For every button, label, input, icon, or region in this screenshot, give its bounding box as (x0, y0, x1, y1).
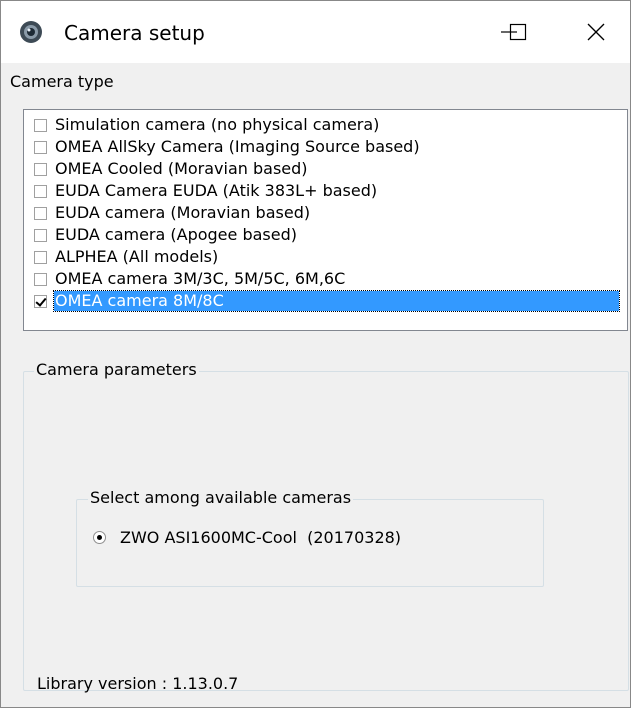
camera-option[interactable]: ZWO ASI1600MC-Cool (20170328) (93, 528, 401, 547)
library-version: Library version : 1.13.0.7 (37, 674, 239, 693)
list-item-label: EUDA camera (Moravian based) (55, 203, 311, 222)
list-item[interactable]: Simulation camera (no physical camera) (34, 114, 380, 136)
list-item[interactable]: ALPHEA (All models) (34, 246, 219, 268)
maximize-icon (509, 23, 526, 41)
list-item[interactable]: OMEA camera 3M/3C, 5M/5C, 6M,6C (34, 268, 346, 290)
list-item[interactable]: OMEA AllSky Camera (Imaging Source based… (34, 136, 421, 158)
select-camera-group: Select among available cameras ZWO ASI16… (76, 488, 544, 587)
camera-type-list[interactable]: Simulation camera (no physical camera) O… (23, 109, 628, 331)
camera-option-label: ZWO ASI1600MC-Cool (20170328) (120, 528, 402, 547)
list-item-label: EUDA camera (Apogee based) (55, 225, 297, 244)
close-button[interactable] (561, 1, 631, 63)
list-item-label: EUDA Camera EUDA (Atik 383L+ based) (55, 181, 378, 200)
camera-type-label: Camera type (10, 72, 114, 91)
list-item-label: OMEA camera 8M/8C (53, 290, 620, 312)
list-item-label: ALPHEA (All models) (55, 247, 219, 266)
list-item[interactable]: EUDA camera (Moravian based) (34, 202, 311, 224)
list-item[interactable]: EUDA Camera EUDA (Atik 383L+ based) (34, 180, 378, 202)
title-bar[interactable]: Camera setup (1, 1, 630, 63)
checkbox[interactable] (34, 140, 47, 154)
checkbox[interactable] (34, 162, 47, 176)
camera-parameters-title: Camera parameters (34, 360, 199, 380)
close-icon (587, 23, 605, 41)
checkbox[interactable] (34, 206, 47, 220)
list-item[interactable]: EUDA camera (Apogee based) (34, 224, 298, 246)
maximize-button[interactable] (480, 1, 555, 63)
list-item[interactable]: OMEA Cooled (Moravian based) (34, 158, 309, 180)
list-item-label: OMEA camera 3M/3C, 5M/5C, 6M,6C (55, 269, 346, 288)
checkbox-checked[interactable] (34, 294, 47, 308)
list-item-label: OMEA Cooled (Moravian based) (55, 159, 308, 178)
select-camera-title: Select among available cameras (88, 488, 354, 508)
radio-button[interactable] (93, 531, 106, 544)
checkbox[interactable] (34, 250, 47, 264)
list-item-label: Simulation camera (no physical camera) (55, 115, 380, 134)
checkbox[interactable] (34, 184, 47, 198)
checkbox[interactable] (34, 118, 47, 132)
list-item-label: OMEA AllSky Camera (Imaging Source based… (55, 137, 420, 156)
list-item-selected[interactable]: OMEA camera 8M/8C (34, 290, 620, 312)
camera-app-icon (20, 21, 42, 43)
checkbox[interactable] (34, 272, 47, 286)
camera-setup-window: Camera setup Camera type Simulation came… (0, 0, 631, 708)
checkbox[interactable] (34, 228, 47, 242)
window-title: Camera setup (64, 21, 205, 45)
